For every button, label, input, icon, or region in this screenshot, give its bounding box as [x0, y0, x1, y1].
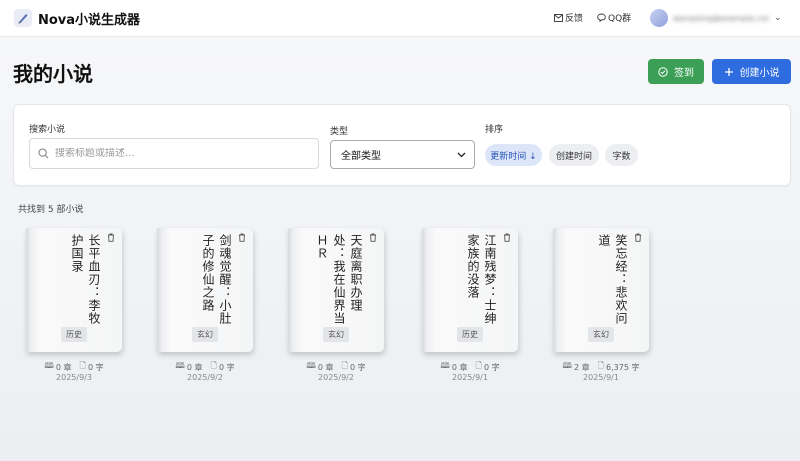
checkin-label: 签到 — [674, 68, 694, 79]
page-title: 我的小说 — [13, 62, 93, 86]
book-card[interactable]: 长平血刃：李牧护国录 历史 — [26, 228, 122, 352]
feedback-link[interactable]: 反馈 — [554, 11, 583, 24]
book-date: 2025/9/1 — [583, 373, 619, 382]
file-icon: 🗋 — [210, 361, 217, 370]
search-label: 搜索小说 — [29, 125, 66, 135]
book-meta: 🕮 0 章 🗋 0 字 — [150, 360, 260, 374]
create-novel-label: 创建小说 — [739, 68, 780, 79]
sort-label: 排序 — [485, 125, 504, 135]
chapter-count: 0 章 — [186, 362, 203, 372]
qq-group-label: QQ群 — [608, 14, 632, 24]
genre-tag: 历史 — [457, 327, 483, 342]
trash-icon[interactable] — [369, 233, 377, 242]
book-open-icon: 🕮 — [562, 361, 572, 370]
app-logo-icon — [14, 9, 32, 27]
book-open-icon: 🕮 — [306, 361, 316, 370]
user-name: wangxing@example.com — [673, 14, 769, 22]
trash-icon[interactable] — [634, 233, 642, 242]
book-title: 长平血刃：李牧护国录 — [70, 234, 101, 325]
checkin-button[interactable]: 签到 — [648, 59, 704, 84]
trash-icon[interactable] — [238, 233, 246, 242]
book-meta: 🕮 2 章 🗋 6,375 字 — [546, 360, 656, 374]
book-open-icon: 🕮 — [175, 361, 185, 370]
top-nav: Nova小说生成器 反馈 QQ群 wangxing@example.com ⌄ — [0, 0, 800, 37]
user-menu[interactable]: wangxing@example.com ⌄ — [650, 8, 785, 28]
chapter-count: 0 章 — [317, 362, 334, 372]
search-field[interactable] — [29, 138, 319, 169]
plus-icon — [724, 67, 733, 76]
chevron-down-icon — [457, 152, 466, 157]
book-card[interactable]: 江南残梦：士绅家族的没落 历史 — [422, 228, 518, 352]
result-count: 共找到 5 部小说 — [18, 205, 84, 215]
word-count: 0 字 — [87, 362, 104, 372]
book-title: 天庭离职办理处：我在仙界当ＨＲ — [315, 234, 363, 325]
chat-bubble-icon — [597, 13, 606, 22]
book-card[interactable]: 天庭离职办理处：我在仙界当ＨＲ 玄幻 — [288, 228, 384, 352]
genre-tag: 玄幻 — [588, 327, 614, 342]
word-count: 0 字 — [349, 362, 366, 372]
file-icon: 🗋 — [341, 361, 348, 370]
book-title: 笑忘经：悲欢问道 — [597, 234, 628, 325]
search-icon — [38, 148, 49, 159]
search-input[interactable] — [55, 148, 305, 159]
genre-tag: 玄幻 — [192, 327, 218, 342]
type-select[interactable]: 全部类型 — [330, 140, 475, 169]
word-count: 0 字 — [483, 362, 500, 372]
genre-tag: 历史 — [61, 327, 87, 342]
trash-icon[interactable] — [503, 233, 511, 242]
book-title: 剑魂觉醒：小肚子的修仙之路 — [201, 234, 232, 325]
book-date: 2025/9/3 — [56, 373, 92, 382]
book-meta: 🕮 0 章 🗋 0 字 — [19, 360, 129, 374]
chapter-count: 0 章 — [451, 362, 468, 372]
book-open-icon: 🕮 — [44, 361, 54, 370]
type-label: 类型 — [330, 127, 349, 137]
book-date: 2025/9/2 — [187, 373, 223, 382]
word-count: 0 字 — [218, 362, 235, 372]
mail-icon — [554, 13, 563, 22]
filter-panel: 搜索小说 类型 全部类型 排序 更新时间 ↓ 创建时间 字数 — [13, 104, 791, 186]
sort-updated-pill[interactable]: 更新时间 ↓ — [485, 144, 542, 166]
book-meta: 🕮 0 章 🗋 0 字 — [415, 360, 525, 374]
book-date: 2025/9/2 — [318, 373, 354, 382]
check-circle-icon — [658, 66, 668, 77]
sort-words-pill[interactable]: 字数 — [605, 144, 638, 166]
genre-tag: 玄幻 — [323, 327, 349, 342]
chapter-count: 2 章 — [573, 362, 590, 372]
avatar — [650, 9, 668, 27]
file-icon: 🗋 — [475, 361, 482, 370]
book-title: 江南残梦：士绅家族的没落 — [466, 234, 497, 325]
book-meta: 🕮 0 章 🗋 0 字 — [281, 360, 391, 374]
chapter-count: 0 章 — [55, 362, 72, 372]
app-title[interactable]: Nova小说生成器 — [38, 9, 140, 28]
file-icon: 🗋 — [79, 361, 86, 370]
book-card[interactable]: 笑忘经：悲欢问道 玄幻 — [553, 228, 649, 352]
type-select-value: 全部类型 — [341, 151, 381, 162]
book-date: 2025/9/1 — [452, 373, 488, 382]
file-icon: 🗋 — [597, 361, 605, 370]
word-count: 6,375 字 — [606, 362, 640, 372]
trash-icon[interactable] — [107, 233, 115, 242]
create-novel-button[interactable]: 创建小说 — [712, 59, 791, 84]
book-open-icon: 🕮 — [440, 361, 450, 370]
book-card[interactable]: 剑魂觉醒：小肚子的修仙之路 玄幻 — [157, 228, 253, 352]
sort-created-pill[interactable]: 创建时间 — [549, 144, 599, 166]
feedback-label: 反馈 — [565, 14, 584, 24]
chevron-down-icon: ⌄ — [774, 13, 782, 23]
qq-group-link[interactable]: QQ群 — [597, 11, 631, 24]
